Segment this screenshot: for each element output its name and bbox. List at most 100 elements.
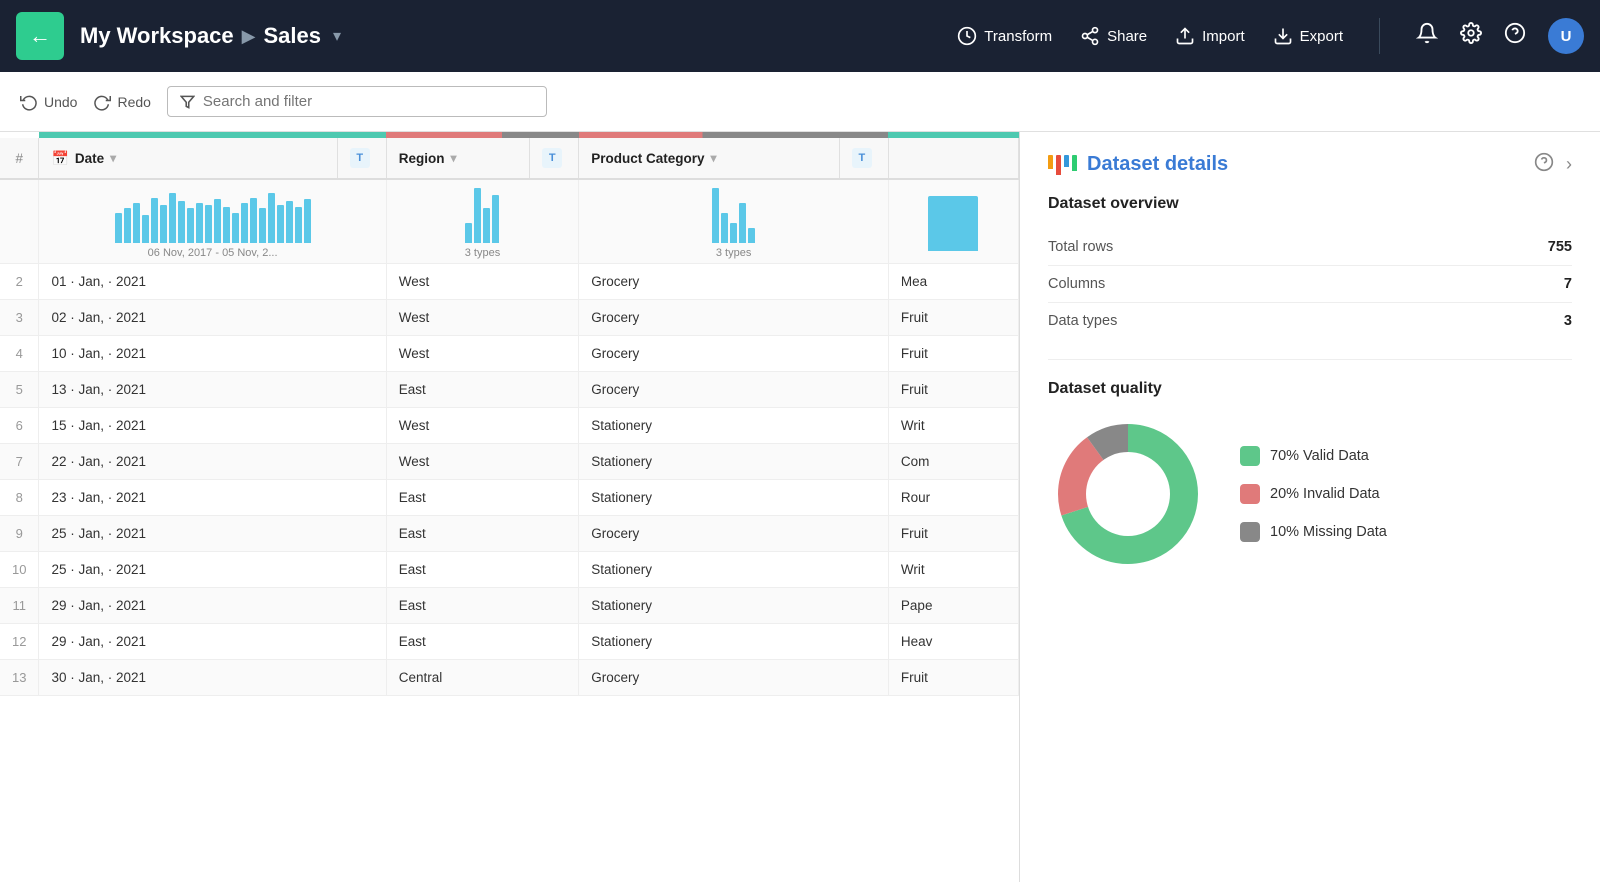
cell-category: Grocery	[579, 516, 889, 552]
cell-sub: Mea	[888, 264, 1018, 300]
table-row[interactable]: 6 15 · Jan, · 2021 West Stationery Writ	[0, 408, 1019, 444]
cell-category: Grocery	[579, 660, 889, 696]
table-row[interactable]: 11 29 · Jan, · 2021 East Stationery Pape	[0, 588, 1019, 624]
cell-num: 6	[0, 408, 39, 444]
panel-chart-icon	[1048, 155, 1077, 175]
cell-region: West	[386, 336, 579, 372]
notification-button[interactable]	[1416, 22, 1438, 50]
sort-category-icon[interactable]: ▾	[711, 151, 717, 165]
overview-label: Total rows	[1048, 239, 1113, 255]
transform-button[interactable]: Transform	[957, 26, 1052, 46]
overview-row: Total rows755	[1048, 229, 1572, 266]
legend-item: 70% Valid Data	[1240, 446, 1387, 466]
share-button[interactable]: Share	[1080, 26, 1147, 46]
undo-button[interactable]: Undo	[20, 93, 77, 111]
cell-category: Stationery	[579, 408, 889, 444]
panel-help-button[interactable]	[1534, 152, 1554, 177]
cell-region: West	[386, 444, 579, 480]
dataset-dropdown-icon[interactable]: ▾	[333, 26, 341, 46]
cell-num: 2	[0, 264, 39, 300]
transform-icon	[957, 26, 977, 46]
bell-icon	[1416, 22, 1438, 44]
legend-item: 10% Missing Data	[1240, 522, 1387, 542]
sort-date-icon[interactable]: ▾	[110, 151, 116, 165]
overview-label: Data types	[1048, 313, 1117, 329]
table-row[interactable]: 4 10 · Jan, · 2021 West Grocery Fruit	[0, 336, 1019, 372]
cell-num: 9	[0, 516, 39, 552]
back-button[interactable]: ←	[16, 12, 64, 60]
legend-swatch	[1240, 522, 1260, 542]
nav-icons: U	[1416, 18, 1584, 54]
toolbar: Undo Redo	[0, 72, 1600, 132]
col-t2: T	[530, 138, 579, 179]
redo-icon	[93, 93, 111, 111]
export-icon	[1273, 26, 1293, 46]
col-sub	[888, 138, 1018, 179]
cell-category: Stationery	[579, 444, 889, 480]
back-arrow-icon: ←	[29, 23, 51, 49]
workspace-title: My Workspace ▶ Sales ▾	[80, 23, 341, 49]
col-category[interactable]: Product Category ▾	[579, 138, 840, 179]
nav-actions: Transform Share Import Export U	[957, 18, 1584, 54]
table-row[interactable]: 12 29 · Jan, · 2021 East Stationery Heav	[0, 624, 1019, 660]
region-chart-label: 3 types	[465, 247, 500, 259]
mini-chart-row: 06 Nov, 2017 - 05 Nov, 2... 3 types	[0, 179, 1019, 264]
cell-sub: Pape	[888, 588, 1018, 624]
calendar-icon: 📅	[51, 150, 68, 167]
table-row[interactable]: 9 25 · Jan, · 2021 East Grocery Fruit	[0, 516, 1019, 552]
table-row[interactable]: 2 01 · Jan, · 2021 West Grocery Mea	[0, 264, 1019, 300]
region-bar-chart	[465, 188, 499, 243]
undo-icon	[20, 93, 38, 111]
import-icon	[1175, 26, 1195, 46]
legend-swatch	[1240, 484, 1260, 504]
cell-date: 13 · Jan, · 2021	[39, 372, 386, 408]
table-row[interactable]: 13 30 · Jan, · 2021 Central Grocery Frui…	[0, 660, 1019, 696]
cell-num: 5	[0, 372, 39, 408]
legend-label: 10% Missing Data	[1270, 524, 1387, 540]
col-region[interactable]: Region ▾	[386, 138, 530, 179]
table-row[interactable]: 8 23 · Jan, · 2021 East Stationery Rour	[0, 480, 1019, 516]
help-button[interactable]	[1504, 22, 1526, 50]
col-date[interactable]: 📅 Date ▾	[39, 138, 337, 179]
overview-row: Columns7	[1048, 266, 1572, 303]
redo-button[interactable]: Redo	[93, 93, 150, 111]
search-input[interactable]	[203, 93, 534, 110]
sort-region-icon[interactable]: ▾	[450, 151, 456, 165]
table-body: 06 Nov, 2017 - 05 Nov, 2... 3 types	[0, 179, 1019, 696]
date-chart-label: 06 Nov, 2017 - 05 Nov, 2...	[148, 247, 278, 259]
overview-value: 7	[1564, 276, 1572, 292]
cell-category: Stationery	[579, 552, 889, 588]
overview-rows: Total rows755Columns7 Data types 3	[1048, 229, 1572, 339]
export-button[interactable]: Export	[1273, 26, 1343, 46]
panel-help-icon	[1534, 152, 1554, 172]
cell-date: 29 · Jan, · 2021	[39, 624, 386, 660]
cell-sub: Heav	[888, 624, 1018, 660]
import-button[interactable]: Import	[1175, 26, 1245, 46]
cell-date: 02 · Jan, · 2021	[39, 300, 386, 336]
cell-region: Central	[386, 660, 579, 696]
settings-button[interactable]	[1460, 22, 1482, 50]
panel-title: Dataset details	[1087, 153, 1228, 176]
cell-category: Grocery	[579, 300, 889, 336]
cell-region: East	[386, 624, 579, 660]
panel-header: Dataset details ›	[1048, 152, 1572, 177]
mini-date-chart: 06 Nov, 2017 - 05 Nov, 2...	[39, 179, 386, 264]
overview-value: 3	[1564, 313, 1572, 329]
cell-category: Grocery	[579, 264, 889, 300]
legend-swatch	[1240, 446, 1260, 466]
search-box[interactable]	[167, 86, 547, 117]
table-row[interactable]: 5 13 · Jan, · 2021 East Grocery Fruit	[0, 372, 1019, 408]
table-row[interactable]: 7 22 · Jan, · 2021 West Stationery Com	[0, 444, 1019, 480]
overview-row: Data types 3	[1048, 303, 1572, 339]
table-row[interactable]: 10 25 · Jan, · 2021 East Stationery Writ	[0, 552, 1019, 588]
cell-num: 7	[0, 444, 39, 480]
col-num: #	[0, 138, 39, 179]
cell-sub: Rour	[888, 480, 1018, 516]
panel-header-icons: ›	[1534, 152, 1572, 177]
dataset-name: Sales	[264, 23, 322, 49]
panel-expand-button[interactable]: ›	[1566, 154, 1572, 175]
table-row[interactable]: 3 02 · Jan, · 2021 West Grocery Fruit	[0, 300, 1019, 336]
table-wrapper[interactable]: # 📅 Date ▾ T Region ▾	[0, 132, 1019, 882]
cell-date: 25 · Jan, · 2021	[39, 552, 386, 588]
quality-legend: 70% Valid Data20% Invalid Data10% Missin…	[1240, 446, 1387, 542]
